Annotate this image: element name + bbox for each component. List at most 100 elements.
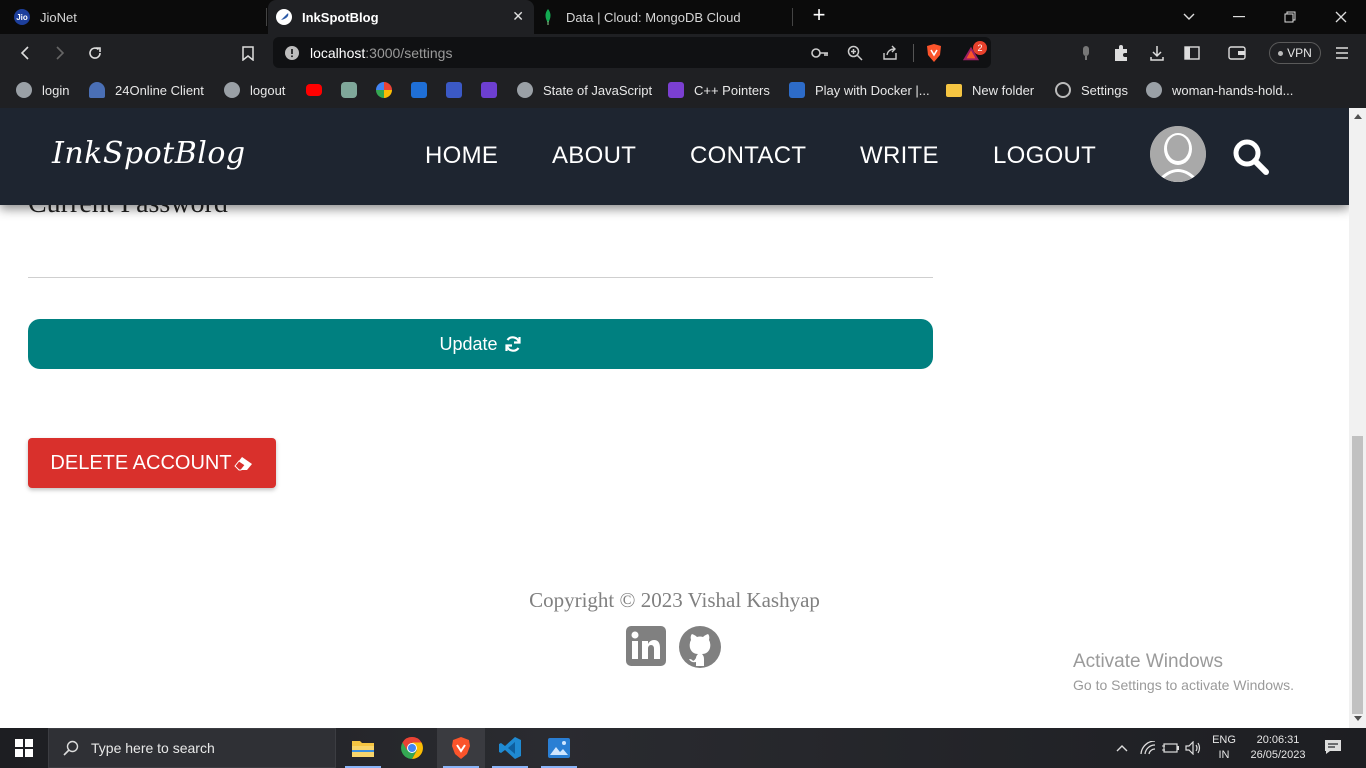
tab-divider	[266, 8, 267, 26]
restore-button[interactable]	[1265, 0, 1315, 34]
browser-toolbar: localhost:3000/settings 2 VPN	[0, 34, 1366, 72]
taskbar-search-box[interactable]: Type here to search	[48, 728, 336, 768]
globe-icon	[517, 82, 533, 98]
nav-write[interactable]: WRITE	[860, 142, 939, 170]
extensions-puzzle-icon[interactable]	[1111, 44, 1131, 62]
bookmark-label: State of JavaScript	[543, 82, 653, 98]
footer-copyright: Copyright © 2023 Vishal Kashyap	[529, 588, 820, 612]
bookmark-google[interactable]	[376, 80, 402, 100]
bookmark-lightning[interactable]	[481, 80, 507, 100]
clock-time: 20:06:31	[1256, 734, 1300, 746]
wallet-icon[interactable]	[1227, 44, 1247, 62]
bookmark-logout[interactable]: logout	[224, 80, 285, 100]
nav-contact[interactable]: CONTACT	[690, 142, 806, 170]
vscode-app[interactable]	[486, 728, 534, 768]
reload-button[interactable]	[83, 42, 107, 64]
tab-search-chevron-icon[interactable]	[1164, 0, 1214, 34]
close-tab-icon[interactable]: ✕	[512, 8, 524, 25]
chrome-app[interactable]	[388, 728, 436, 768]
github-icon[interactable]	[679, 626, 721, 668]
search-icon[interactable]	[1230, 136, 1272, 178]
bookmark-cpp-pointers[interactable]: C++ Pointers	[668, 80, 770, 100]
user-silhouette-icon	[1150, 126, 1206, 182]
address-bar[interactable]: localhost:3000/settings 2	[273, 37, 991, 68]
bookmark-login[interactable]: login	[16, 80, 69, 100]
linkedin-icon[interactable]	[626, 626, 668, 668]
vpn-button[interactable]: VPN	[1269, 42, 1321, 64]
extension-mic-icon[interactable]	[1076, 44, 1096, 62]
minimize-button[interactable]	[1214, 0, 1264, 34]
gear-icon	[1055, 82, 1071, 98]
delete-account-button[interactable]: DELETE ACCOUNT	[28, 438, 276, 488]
clock[interactable]: 20:06:31 26/05/2023	[1245, 733, 1311, 763]
bookmark-new-folder[interactable]: New folder	[946, 80, 1034, 100]
url-path: :3000/settings	[365, 45, 453, 61]
bookmark-s[interactable]	[411, 80, 437, 100]
code-icon	[446, 82, 462, 98]
lightning-icon	[481, 82, 497, 98]
forward-button[interactable]	[48, 42, 72, 64]
brave-app[interactable]	[437, 728, 485, 768]
page-scrollbar[interactable]	[1349, 108, 1366, 728]
site-navbar: InkSpotBlog HOME ABOUT CONTACT WRITE LOG…	[0, 108, 1349, 205]
vpn-label: VPN	[1287, 46, 1312, 60]
globe-icon	[1146, 82, 1162, 98]
menu-icon[interactable]	[1332, 44, 1352, 62]
volume-icon[interactable]	[1185, 740, 1203, 756]
tab-divider	[792, 8, 793, 26]
key-icon[interactable]	[811, 44, 829, 62]
current-password-input[interactable]	[28, 226, 933, 278]
update-button-label: Update	[439, 333, 498, 354]
scroll-thumb[interactable]	[1352, 436, 1363, 714]
bookmark-youtube[interactable]	[306, 80, 332, 100]
tray-overflow-chevron-icon[interactable]	[1113, 740, 1131, 756]
s-logo-icon	[411, 82, 427, 98]
bookmark-label: Play with Docker |...	[815, 82, 930, 98]
delete-account-label: DELETE ACCOUNT	[50, 451, 232, 474]
new-tab-button[interactable]: +	[808, 4, 830, 27]
bookmark-code[interactable]	[446, 80, 472, 100]
scroll-up-arrow-icon[interactable]	[1354, 114, 1362, 119]
bookmark-settings[interactable]: Settings	[1055, 80, 1128, 100]
file-explorer-app[interactable]	[339, 728, 387, 768]
language-indicator[interactable]: ENG IN	[1209, 733, 1239, 763]
windows-logo-icon	[15, 739, 33, 757]
notifications-icon[interactable]	[1324, 739, 1342, 755]
activate-windows-watermark: Activate Windows Go to Settings to activ…	[1073, 651, 1294, 693]
tab-mongodb[interactable]: Data | Cloud: MongoDB Cloud	[540, 0, 790, 34]
avatar[interactable]	[1150, 126, 1206, 182]
back-button[interactable]	[13, 42, 37, 64]
bookmark-state-of-js[interactable]: State of JavaScript	[517, 80, 652, 100]
globe-icon	[16, 82, 32, 98]
bookmark-play-with-docker[interactable]: Play with Docker |...	[789, 80, 930, 100]
close-window-button[interactable]	[1316, 0, 1366, 34]
screen: Jio JioNet InkSpotBlog ✕ Data | Cloud: M…	[0, 0, 1366, 768]
battery-icon[interactable]	[1162, 740, 1180, 756]
bookmark-icon[interactable]	[236, 42, 260, 64]
site-logo[interactable]: InkSpotBlog	[52, 136, 246, 171]
share-icon[interactable]	[881, 44, 899, 62]
photos-app[interactable]	[535, 728, 583, 768]
bookmark-openai[interactable]	[341, 80, 367, 100]
nav-about[interactable]: ABOUT	[552, 142, 636, 170]
nav-logout[interactable]: LOGOUT	[993, 142, 1096, 170]
tab-jionet[interactable]: Jio JioNet	[14, 0, 264, 34]
clock-date: 26/05/2023	[1250, 749, 1306, 761]
update-button[interactable]: Update	[28, 319, 933, 369]
zoom-icon[interactable]	[846, 44, 864, 62]
download-icon[interactable]	[1147, 44, 1167, 62]
tab-inkspotblog[interactable]: InkSpotBlog ✕	[268, 0, 534, 34]
info-icon[interactable]	[283, 44, 301, 62]
nav-home[interactable]: HOME	[425, 142, 498, 170]
scroll-down-arrow-icon[interactable]	[1354, 716, 1362, 721]
wifi-icon[interactable]	[1139, 740, 1157, 756]
bookmark-woman-hands[interactable]: woman-hands-hold...	[1146, 80, 1293, 100]
tab-label: Data | Cloud: MongoDB Cloud	[566, 9, 741, 25]
url-text[interactable]: localhost:3000/settings	[310, 45, 452, 61]
mongodb-leaf-icon	[540, 9, 556, 25]
brave-shields-icon[interactable]	[925, 44, 943, 62]
bookmark-24online[interactable]: 24Online Client	[89, 80, 204, 100]
sidebar-icon[interactable]	[1182, 44, 1202, 62]
start-button[interactable]	[0, 728, 48, 768]
url-host: localhost	[310, 45, 366, 61]
